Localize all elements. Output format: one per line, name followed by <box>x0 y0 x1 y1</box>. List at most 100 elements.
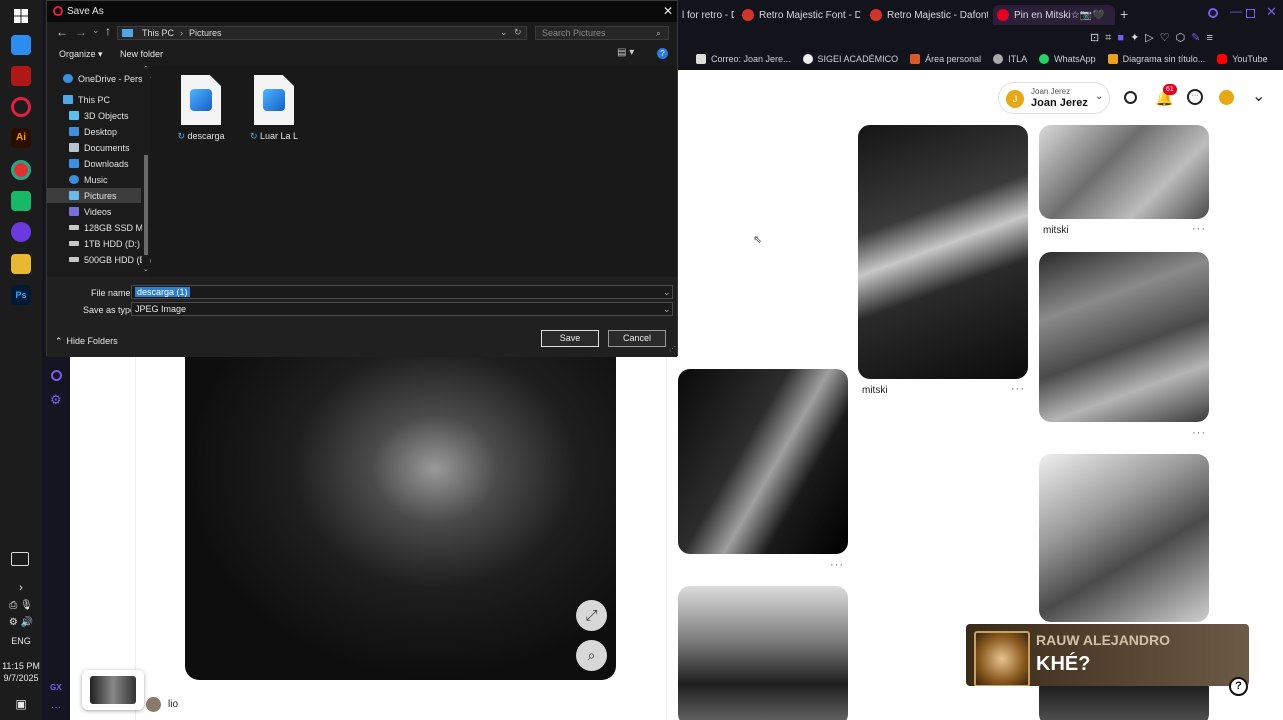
clock-date[interactable]: 9/7/2025 <box>0 673 42 683</box>
nav-item-desktop[interactable]: Desktop <box>69 124 117 139</box>
nav-item-documents[interactable]: Documents <box>69 140 130 155</box>
bookmark-area-personal[interactable]: Área personal <box>910 54 981 64</box>
new-folder-button[interactable]: New folder <box>120 49 163 59</box>
maximize-button[interactable] <box>1246 9 1255 18</box>
tab-pin-mitski[interactable]: Pin en Mitski☆📷🖤 <box>993 5 1115 25</box>
pin-more-icon[interactable]: ··· <box>1192 427 1206 439</box>
pin-more-icon[interactable]: ··· <box>1011 383 1025 395</box>
file-explorer-icon[interactable] <box>11 254 31 274</box>
pin-image-grass-lying[interactable] <box>1039 252 1209 422</box>
app-purple-icon[interactable] <box>11 222 31 242</box>
nav-item-videos[interactable]: Videos <box>69 204 111 219</box>
window-thumbnail-preview[interactable] <box>82 670 144 710</box>
pin-image-forest[interactable] <box>1039 125 1209 219</box>
toolbar-extension-icons[interactable]: ⊡⌗■✦▷♡⬡✎≡ <box>1090 31 1219 45</box>
chevron-down-icon[interactable]: ⌄ <box>663 303 671 315</box>
store-icon[interactable] <box>11 35 31 55</box>
pin-image-mitski-sitting[interactable] <box>858 125 1028 379</box>
close-icon[interactable]: ✕ <box>663 4 673 18</box>
bookmark-sigei[interactable]: SIGEI ACADÉMICO <box>802 54 898 64</box>
pin-more-icon[interactable]: ··· <box>1192 223 1206 235</box>
minimize-button[interactable]: — <box>1230 4 1242 18</box>
resize-grip-icon[interactable]: ⋰ <box>669 345 676 353</box>
breadcrumb-pictures[interactable]: Pictures <box>189 28 222 38</box>
nav-item-hdd-e[interactable]: 500GB HDD (E:) <box>69 252 151 267</box>
nav-item-ssd[interactable]: 128GB SSD M.2 ( <box>69 220 151 235</box>
nav-item-pictures[interactable]: Pictures <box>47 188 141 203</box>
tray-icons[interactable]: ⎙ 🎙 <box>0 600 42 611</box>
scroll-down-icon[interactable]: ⌄ <box>143 265 149 273</box>
pin-detail-image[interactable] <box>185 355 616 680</box>
volume-icon[interactable]: ⚙ 🔊 <box>0 617 42 628</box>
opera-gx-icon[interactable] <box>11 97 31 117</box>
organize-button[interactable]: Organize ▾ <box>59 49 103 60</box>
save-type-select[interactable]: JPEG Image ⌄ <box>131 302 673 316</box>
expand-icon[interactable]: ⤢ <box>576 600 607 631</box>
view-options-icon[interactable]: ▤ ▾ <box>617 47 634 58</box>
nav-item-this-pc[interactable]: This PC <box>63 92 110 107</box>
pin-more-icon[interactable]: ··· <box>830 559 844 571</box>
tab-retro-search[interactable]: l for retro - D <box>678 5 734 25</box>
nav-item-3d-objects[interactable]: 3D Objects <box>69 108 129 123</box>
file-item[interactable]: ↻ Luar La L <box>244 75 304 142</box>
music-mini-player[interactable]: RAUW ALEJANDRO KHÉ? <box>966 624 1249 686</box>
keyboard-icon[interactable] <box>11 552 29 566</box>
sidebar-gx-icon[interactable]: GX <box>50 683 62 692</box>
scrollbar-thumb[interactable] <box>144 155 148 255</box>
sidebar-more-icon[interactable]: ··· <box>51 702 61 713</box>
photoshop-icon[interactable]: Ps <box>11 285 31 305</box>
refresh-icon[interactable]: ↻ <box>514 27 522 38</box>
clock-time[interactable]: 11:15 PM <box>0 661 42 671</box>
nav-item-onedrive[interactable]: OneDrive - Persor <box>63 71 151 86</box>
visual-search-icon[interactable]: ⌕ <box>576 640 607 671</box>
help-icon[interactable]: ? <box>657 48 668 59</box>
forward-arrow-icon[interactable]: → <box>75 25 87 39</box>
bookmark-itla[interactable]: ITLA <box>993 54 1027 64</box>
chevron-up-icon[interactable]: › <box>0 582 42 594</box>
scroll-up-icon[interactable]: ⌃ <box>143 65 149 73</box>
bookmark-youtube[interactable]: YouTube <box>1217 54 1268 64</box>
nav-item-music[interactable]: Music <box>69 172 108 187</box>
tab-retro-majestic-dafont[interactable]: Retro Majestic - Dafont F <box>866 5 988 25</box>
illustrator-icon[interactable]: Ai <box>11 128 31 148</box>
bookmark-whatsapp[interactable]: WhatsApp <box>1039 54 1096 64</box>
file-item[interactable]: ↻ descarga <box>171 75 231 142</box>
sidebar-history-icon[interactable] <box>51 370 62 381</box>
pin-image-sitting-rock[interactable] <box>1039 454 1209 622</box>
close-window-button[interactable]: ✕ <box>1266 4 1277 20</box>
tab-retro-majestic-font[interactable]: Retro Majestic Font - Daf <box>738 5 860 25</box>
search-input[interactable]: Search Pictures ⌕ <box>535 26 669 40</box>
recent-chevron-icon[interactable]: ⌄ <box>92 25 100 36</box>
language-indicator[interactable]: ENG <box>0 636 42 646</box>
cancel-button[interactable]: Cancel <box>608 330 666 347</box>
windows-start-icon[interactable] <box>11 6 31 26</box>
up-arrow-icon[interactable]: ↑ <box>105 24 111 38</box>
save-button[interactable]: Save <box>541 330 599 347</box>
chevron-down-icon[interactable]: ⌄ <box>663 286 671 298</box>
nav-item-downloads[interactable]: Downloads <box>69 156 129 171</box>
address-bar[interactable]: This PC › Pictures ⌄ ↻ <box>117 26 527 40</box>
new-tab-button[interactable]: + <box>1120 6 1128 22</box>
left-user-avatar[interactable] <box>146 697 161 712</box>
accounts-chevron-icon[interactable]: ⌄ <box>1252 86 1265 106</box>
search-icon[interactable] <box>1124 91 1137 104</box>
nav-item-hdd-d[interactable]: 1TB HDD (D:) <box>69 236 140 251</box>
sidebar-settings-icon[interactable]: ⚙ <box>50 392 62 408</box>
left-user-name[interactable]: lio <box>168 699 178 710</box>
messages-icon[interactable]: ··· <box>1187 89 1203 105</box>
breadcrumb-this-pc[interactable]: This PC <box>142 28 174 38</box>
app-green-icon[interactable] <box>11 191 31 211</box>
pin-image-window[interactable] <box>678 586 848 720</box>
nav-scrollbar[interactable]: ⌃ ⌄ <box>142 65 150 277</box>
account-switcher[interactable]: J Joan Jerez Joan Jerez ⌄ <box>998 82 1110 114</box>
app-red-icon[interactable] <box>11 66 31 86</box>
pin-image-dark-portrait[interactable] <box>678 369 848 554</box>
hide-folders-button[interactable]: ⌃ Hide Folders <box>55 336 118 347</box>
bookmark-correo[interactable]: Correo: Joan Jere... <box>696 54 791 64</box>
chrome-icon[interactable] <box>11 160 31 180</box>
address-dropdown-icon[interactable]: ⌄ <box>500 27 508 38</box>
file-name-input[interactable]: descarga (1) ⌄ <box>131 285 673 299</box>
search-tabs-icon[interactable] <box>1208 8 1218 18</box>
help-icon[interactable]: ? <box>1229 677 1248 696</box>
profile-avatar[interactable] <box>1219 90 1234 105</box>
